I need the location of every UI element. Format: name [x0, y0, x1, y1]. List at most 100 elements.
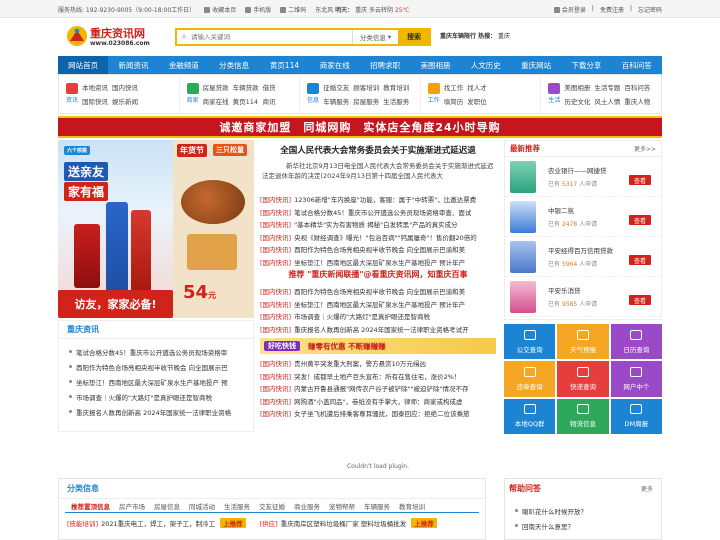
subnav-link[interactable]: 美图相册 — [564, 82, 590, 92]
nav-item-home[interactable]: 网站首页 — [58, 56, 109, 74]
subnav-link[interactable]: 黄页114 — [233, 96, 259, 106]
news-item[interactable]: [国内快讯] 酉阳作为特色合场亮相央视半收节晚会 向全国展示巴渝和美 — [260, 243, 496, 256]
view-button[interactable]: 查看 — [629, 175, 651, 185]
bookmark-link[interactable]: 收藏本页 — [204, 5, 236, 14]
subnav-link[interactable]: 百科问答 — [624, 82, 650, 92]
tile-violation[interactable]: 违章查询 — [504, 361, 556, 397]
subnav-link[interactable]: 借贷 — [263, 82, 276, 92]
promo-image-snacks[interactable]: 年货节 三只松鼠 54元 — [173, 140, 254, 318]
news-item[interactable]: [国内快讯] 坐标垫江！西南地区最大深层矿泉水生产基地投产 预计年产 — [260, 298, 496, 311]
subnav-link[interactable]: 商讯 — [263, 96, 276, 106]
tab-pets[interactable]: 宠物帮帮 — [329, 501, 355, 511]
search-category-select[interactable]: 分类信息 ▾ — [352, 30, 398, 44]
list-item[interactable]: 笔试合格分数45！重庆市公开遴选公务员现场资格审 — [69, 344, 245, 359]
view-button[interactable]: 查看 — [629, 295, 651, 305]
hot-term-link[interactable]: 重庆 — [498, 33, 510, 40]
tab-life-services[interactable]: 生活服务 — [224, 501, 250, 511]
subnav-link[interactable]: 填简历 — [444, 96, 464, 106]
tile-household[interactable]: 网户中个 — [610, 361, 662, 397]
tab-business[interactable]: 商业服务 — [294, 501, 320, 511]
view-button[interactable]: 查看 — [629, 215, 651, 225]
tab-education[interactable]: 教育培训 — [399, 501, 425, 511]
list-item[interactable]: 坐标垫江！西南地区最大深层矿泉水生产基地投产 预 — [69, 374, 245, 389]
subnav-link[interactable]: 娱乐新闻 — [112, 96, 138, 106]
tile-express[interactable]: 快递查询 — [557, 361, 609, 397]
subnav-link[interactable]: 生活服务 — [383, 96, 409, 106]
subnav-link[interactable]: 生活专题 — [594, 82, 620, 92]
nav-item-classified[interactable]: 分类信息 — [209, 56, 259, 74]
news-item[interactable]: [国内快讯] 央视《财经调查》曝光！"包治百病""钙属屡奇"！售价翻20倍的 — [260, 231, 496, 244]
news-item[interactable]: [国内快讯] 内蒙古开鲁县通报"网传农户谷子被铲除""被迫铲除"情况不存 — [260, 382, 496, 395]
nav-item-yellowpages[interactable]: 黄页114 — [259, 56, 309, 74]
app-item[interactable]: 平安乐消贷 已有 9585 人申请 查看 — [505, 277, 661, 317]
subnav-link[interactable]: 车辆贷款 — [233, 82, 259, 92]
subnav-link[interactable]: 教育培训 — [383, 82, 409, 92]
subnav-link[interactable]: 国内快讯 — [112, 82, 138, 92]
nav-item-finance[interactable]: 金融频道 — [159, 56, 209, 74]
news-item[interactable]: [国内快讯] 市场调查｜火爆的"大路灯"是真护眼还是智商税 — [260, 310, 496, 323]
subnav-link[interactable]: 商家在线 — [203, 96, 229, 106]
nav-item-photos[interactable]: 美图相册 — [410, 56, 460, 74]
news-item[interactable]: [国内快讯] 重庆报名人数再创新高 2024年国家统一法律职业资格考试开 — [260, 323, 496, 336]
list-item[interactable]: 市场调查｜火爆的"大路灯"是真护眼还是智商税 — [69, 389, 245, 404]
list-item[interactable]: 重庆报名人数再创新高 2024年国家统一法律职业资格 — [69, 404, 245, 419]
promo-banner[interactable]: 诚邀商家加盟 同城网购 实体店全角度24小时导购 — [58, 116, 662, 138]
subnav-link[interactable]: 找工作 — [444, 82, 464, 92]
list-item[interactable]: 回南天什么意思？ — [515, 518, 655, 533]
nav-item-history[interactable]: 人文历史 — [461, 56, 511, 74]
mobile-link[interactable]: 手机版 — [245, 5, 271, 14]
list-item[interactable]: 喇叭花什么时候开放？ — [515, 503, 655, 518]
list-item[interactable]: 酉阳作为特色合场亮相央视半收节晚会 向全国展示巴 — [69, 359, 245, 374]
tile-logistics[interactable]: 物流信息 — [557, 398, 609, 434]
site-logo[interactable]: 重庆资讯网 www.023086.com — [66, 23, 156, 51]
news-item[interactable]: [国内快讯] 网购酒"小盖同品"，卷纸没有手掌大，律师：商家或构成虚 — [260, 395, 496, 408]
nav-item-wiki[interactable]: 百科问答 — [612, 56, 662, 74]
more-link[interactable]: 更多>> — [634, 144, 656, 153]
news-item[interactable]: [国内快讯] 突发！成都早土地产巨头宣布：所有在售住宅，涨价2%！ — [260, 370, 496, 383]
news-item[interactable]: [国内快讯] 酉阳作为特色合场亮相央视半收节晚会 向全国展示巴渝和美 — [260, 285, 496, 298]
nav-item-chongqing-sites[interactable]: 重庆网站 — [511, 56, 561, 74]
nav-item-downloads[interactable]: 下载分享 — [561, 56, 611, 74]
news-item[interactable]: [国内快讯] 女子坐飞机遭后排乘客尊耳骚扰，国泰回应：拒绝二位该乘旅 — [260, 407, 496, 420]
subnav-link[interactable]: 征婚交友 — [323, 82, 349, 92]
subnav-link[interactable]: 房屋服务 — [353, 96, 379, 106]
register-link[interactable]: 免费注册 — [600, 5, 624, 14]
app-item[interactable]: 平安经得百万信用贷款 已有 5964 人申请 查看 — [505, 237, 661, 277]
nav-item-jobs[interactable]: 招聘求职 — [360, 56, 410, 74]
classified-item[interactable]: [技能培训] 2021重庆电工，焊工，架子工，制冷工 上推荐 — [67, 518, 246, 528]
news-item[interactable]: [国内快讯] 笔试合格分数45！重庆市公开遴选公务员现场资格审查、面试 — [260, 206, 496, 219]
tile-calendar[interactable]: 日历查询 — [610, 324, 662, 360]
news-item[interactable]: [国内快讯] 12306新增"车内换座"功能，客服：属于"中转票"，比邀达票费 — [260, 193, 496, 206]
subnav-link[interactable]: 重庆人物 — [624, 96, 650, 106]
news-item[interactable]: [国内快讯] 坐标垫江！西南地区最大深层矿泉水生产基地投产 预计年产 — [260, 256, 496, 269]
ad-banner[interactable]: 好吃快钱 赚零有优惠 不断赚赚赚 — [260, 338, 496, 354]
subnav-link[interactable]: 顾客培训 — [353, 82, 379, 92]
search-button[interactable]: 搜索 — [398, 29, 430, 45]
recommend-banner[interactable]: 推荐 "重庆新闻联播"@看重庆资讯网，知重庆百事 — [260, 269, 496, 283]
promo-images[interactable]: 六个核桃 送亲友 家有福 访友，家家必备! 年货节 三只松鼠 54元 — [58, 140, 254, 318]
promote-badge[interactable]: 上推荐 — [411, 518, 437, 528]
subnav-link[interactable]: 国际快讯 — [82, 96, 108, 106]
tab-realestate[interactable]: 房产市场 — [119, 501, 145, 511]
tab-housing[interactable]: 房屋信息 — [154, 501, 180, 511]
promote-badge[interactable]: 上推荐 — [220, 518, 246, 528]
tile-qq-group[interactable]: 本地QQ群 — [504, 398, 556, 434]
tile-dm-weekly[interactable]: DM周报 — [610, 398, 662, 434]
classified-item[interactable]: [供应] 重庆南岸区塑料垃圾桶厂家 塑料垃圾桶批发 上推荐 — [260, 518, 437, 528]
tab-vehicles[interactable]: 车辆服务 — [364, 501, 390, 511]
forgot-password-link[interactable]: 忘记密码 — [638, 5, 662, 14]
subnav-link[interactable]: 房屋贷款 — [203, 82, 229, 92]
subnav-link[interactable]: 历史文化 — [564, 96, 590, 106]
login-link[interactable]: 会员登录 — [553, 5, 586, 14]
nav-item-news[interactable]: 新闻资讯 — [108, 56, 158, 74]
subnav-link[interactable]: 风土人情 — [594, 96, 620, 106]
nav-item-merchants[interactable]: 商家在线 — [310, 56, 360, 74]
tab-recommended[interactable]: 推荐置顶信息 — [71, 501, 110, 511]
view-button[interactable]: 查看 — [629, 255, 651, 265]
tab-events[interactable]: 同城活动 — [189, 501, 215, 511]
more-link[interactable]: 更多 — [641, 484, 653, 493]
qrcode-link[interactable]: 二维码 — [280, 5, 306, 14]
promo-image-drinks[interactable]: 六个核桃 送亲友 家有福 访友，家家必备! — [58, 140, 173, 318]
app-item[interactable]: 农业银行——网捷贷 已有 5317 人申请 查看 — [505, 157, 661, 197]
app-item[interactable]: 中银二氛 已有 2478 人申请 查看 — [505, 197, 661, 237]
